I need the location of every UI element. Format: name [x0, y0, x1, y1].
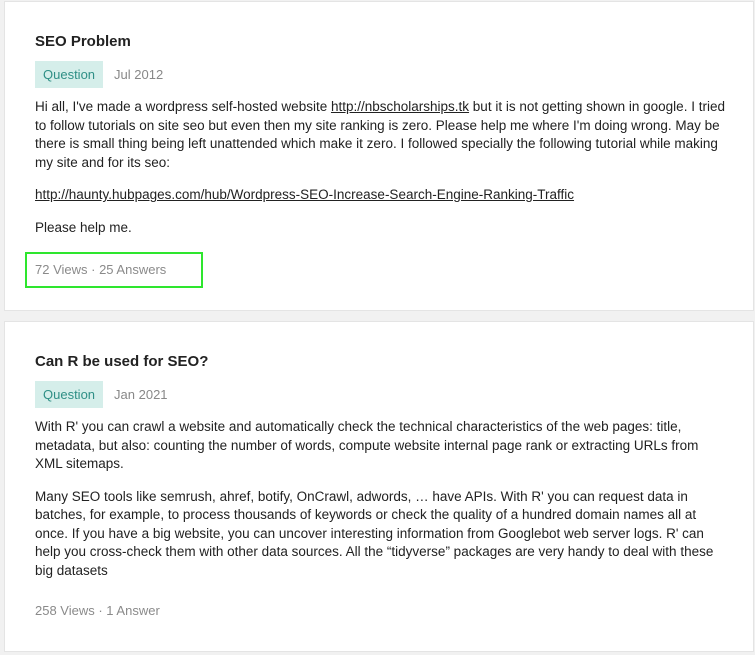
site-link[interactable]: http://nbscholarships.tk	[331, 99, 469, 114]
question-date: Jan 2021	[114, 387, 168, 402]
highlight-box	[25, 252, 203, 288]
question-paragraph: Many SEO tools like semrush, ahref, boti…	[35, 488, 714, 578]
question-paragraph: Please help me.	[35, 219, 132, 235]
paragraph-text: Hi all, I've made a wordpress self-hoste…	[35, 99, 331, 114]
question-meta: Question Jan 2021	[35, 381, 168, 408]
question-card: SEO Problem Question Jul 2012 Hi all, I'…	[4, 1, 754, 311]
question-card: Can R be used for SEO? Question Jan 2021…	[4, 321, 754, 652]
question-body: Hi all, I've made a wordpress self-hoste…	[35, 98, 729, 251]
question-stats[interactable]: 258 Views · 1 Answer	[35, 602, 160, 620]
tutorial-link[interactable]: http://haunty.hubpages.com/hub/Wordpress…	[35, 187, 574, 202]
question-badge: Question	[35, 381, 104, 408]
question-badge: Question	[35, 61, 104, 88]
question-paragraph: With R' you can crawl a website and auto…	[35, 419, 699, 471]
question-paragraph: Hi all, I've made a wordpress self-hoste…	[35, 98, 729, 172]
question-meta: Question Jul 2012	[35, 61, 163, 88]
question-date: Jul 2012	[114, 67, 164, 82]
question-body: With R' you can crawl a website and auto…	[35, 418, 729, 594]
question-title[interactable]: SEO Problem	[35, 32, 131, 52]
question-paragraph: http://haunty.hubpages.com/hub/Wordpress…	[35, 186, 729, 205]
question-title[interactable]: Can R be used for SEO?	[35, 352, 208, 372]
